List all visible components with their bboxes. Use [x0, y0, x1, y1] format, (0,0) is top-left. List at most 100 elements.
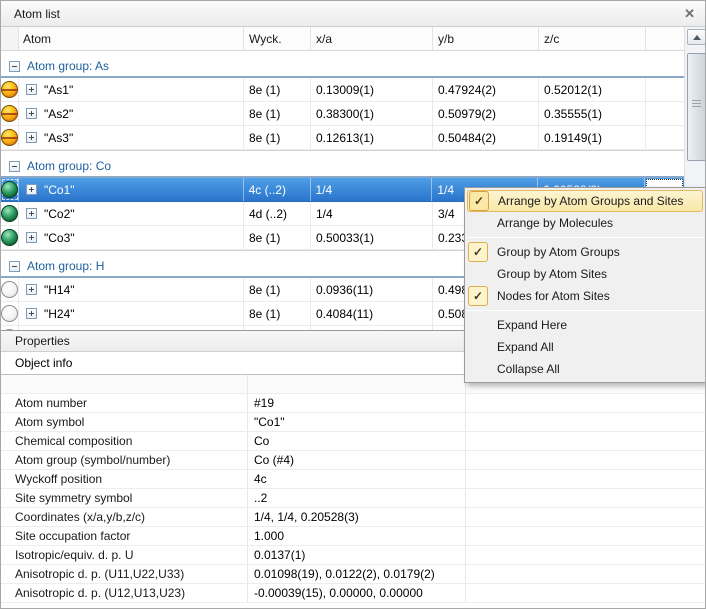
- group-title: Atom group: H: [27, 259, 104, 273]
- table-row: Anisotropic d. p. (U11,U22,U33) 0.01098(…: [1, 565, 706, 584]
- context-menu: ✓ Arrange by Atom Groups and Sites Arran…: [464, 187, 706, 383]
- property-label: Site occupation factor: [1, 527, 248, 545]
- atom-sphere-icon: [1, 126, 19, 149]
- cell-wyck: 8e (1): [244, 78, 311, 101]
- window-title: Atom list: [14, 7, 684, 21]
- menu-item-expand-all[interactable]: Expand All: [465, 336, 705, 358]
- group-title: Atom group: Co: [27, 159, 111, 173]
- cell-yb: 0.50979(2): [433, 102, 539, 125]
- collapse-minus-icon[interactable]: [9, 61, 20, 72]
- collapse-minus-icon[interactable]: [9, 161, 20, 172]
- cell-wyck: 4d (..2): [244, 202, 311, 225]
- cell-zc: 0.19149(1): [539, 126, 646, 149]
- checkmark-icon: ✓: [469, 191, 489, 211]
- property-label: Site symmetry symbol: [1, 489, 248, 507]
- column-header-extra: [646, 27, 683, 50]
- menu-item-label: Arrange by Atom Groups and Sites: [498, 194, 683, 208]
- table-row: Coordinates (x/a,y/b,z/c) 1/4, 1/4, 0.20…: [1, 508, 706, 527]
- menu-item-arrange-by-molecules[interactable]: Arrange by Molecules: [465, 212, 705, 234]
- menu-item-collapse-all[interactable]: Collapse All: [465, 358, 705, 380]
- expand-plus-icon[interactable]: [26, 108, 37, 119]
- table-row: Isotropic/equiv. d. p. U 0.0137(1): [1, 546, 706, 565]
- expand-plus-icon[interactable]: [26, 184, 37, 195]
- cell-wyck: 8e (1): [244, 278, 311, 301]
- cell-xa: 0.4084(11): [311, 302, 433, 325]
- menu-item-group-by-atom-sites[interactable]: Group by Atom Sites: [465, 263, 705, 285]
- atom-name: "Co1": [44, 183, 75, 197]
- property-label: Anisotropic d. p. (U11,U22,U33): [1, 565, 248, 583]
- expand-plus-icon[interactable]: [26, 308, 37, 319]
- cell-extra: [646, 102, 683, 125]
- property-value: 4c: [248, 470, 466, 488]
- atom-sphere-icon: [1, 202, 19, 225]
- close-icon[interactable]: ✕: [684, 7, 695, 20]
- atom-sphere-icon: [1, 226, 19, 249]
- table-row[interactable]: "As1" 8e (1) 0.13009(1) 0.47924(2) 0.520…: [1, 78, 684, 102]
- property-value: 0.0137(1): [248, 546, 466, 564]
- property-label: Anisotropic d. p. (U12,U13,U23): [1, 584, 248, 602]
- table-header-row: Atom Wyck. x/a y/b z/c: [1, 27, 684, 51]
- cell-wyck: 8e (1): [244, 126, 311, 149]
- property-label: Coordinates (x/a,y/b,z/c): [1, 508, 248, 526]
- atom-name: "As3": [44, 131, 73, 145]
- property-value: Co (#4): [248, 451, 466, 469]
- expand-plus-icon[interactable]: [26, 84, 37, 95]
- menu-item-label: Group by Atom Sites: [497, 267, 607, 281]
- cell-zc: 0.35555(1): [539, 102, 646, 125]
- atom-sphere-icon: [1, 78, 19, 101]
- atom-name: "As1": [44, 83, 73, 97]
- properties-table: Atom number #19 Atom symbol "Co1" Chemic…: [1, 375, 706, 603]
- table-row: Site symmetry symbol ..2: [1, 489, 706, 508]
- property-label: Atom group (symbol/number): [1, 451, 248, 469]
- menu-item-label: Collapse All: [497, 362, 560, 376]
- property-value: #19: [248, 394, 466, 412]
- column-header-zc[interactable]: z/c: [539, 27, 646, 50]
- cell-yb: 0.47924(2): [433, 78, 539, 101]
- atom-name: "H14": [44, 283, 75, 297]
- menu-item-label: Group by Atom Groups: [497, 245, 620, 259]
- column-header-yb[interactable]: y/b: [433, 27, 539, 50]
- cell-xa: 1/4: [311, 178, 433, 201]
- table-row: Chemical composition Co: [1, 432, 706, 451]
- atom-name: "Co2": [44, 207, 75, 221]
- atom-group-as: Atom group: As "As1" 8e (1) 0.13009(1) 0…: [1, 56, 684, 151]
- column-header-atom[interactable]: Atom: [19, 27, 244, 50]
- table-row[interactable]: "As2" 8e (1) 0.38300(1) 0.50979(2) 0.355…: [1, 102, 684, 126]
- scroll-up-arrow-icon[interactable]: [687, 29, 706, 45]
- group-header-as[interactable]: Atom group: As: [1, 56, 684, 76]
- cell-wyck: 8e (1): [244, 102, 311, 125]
- menu-item-arrange-by-atom-groups-and-sites[interactable]: ✓ Arrange by Atom Groups and Sites: [467, 190, 703, 212]
- window-titlebar: Atom list ✕: [1, 1, 705, 27]
- expand-plus-icon[interactable]: [26, 208, 37, 219]
- cell-extra: [646, 126, 683, 149]
- menu-item-group-by-atom-groups[interactable]: ✓ Group by Atom Groups: [465, 241, 705, 263]
- menu-item-nodes-for-atom-sites[interactable]: ✓ Nodes for Atom Sites: [465, 285, 705, 307]
- scrollbar-thumb[interactable]: [687, 53, 706, 161]
- atom-sphere-icon: [1, 278, 19, 301]
- menu-icon-spacer: [468, 315, 488, 335]
- cell-xa: 1/4: [311, 202, 433, 225]
- table-row[interactable]: "As3" 8e (1) 0.12613(1) 0.50484(2) 0.191…: [1, 126, 684, 150]
- menu-item-label: Expand All: [497, 340, 554, 354]
- menu-item-label: Expand Here: [497, 318, 567, 332]
- menu-item-label: Arrange by Molecules: [497, 216, 613, 230]
- menu-item-expand-here[interactable]: Expand Here: [465, 314, 705, 336]
- menu-separator: [466, 310, 704, 311]
- checkmark-icon: ✓: [468, 242, 488, 262]
- property-value: "Co1": [248, 413, 466, 431]
- collapse-minus-icon[interactable]: [9, 261, 20, 272]
- cell-xa: 0.12613(1): [311, 126, 433, 149]
- expand-plus-icon[interactable]: [26, 284, 37, 295]
- expand-plus-icon[interactable]: [26, 232, 37, 243]
- group-header-co[interactable]: Atom group: Co: [1, 156, 684, 176]
- cell-wyck: 8e (1): [244, 302, 311, 325]
- expand-plus-icon[interactable]: [26, 132, 37, 143]
- cell-xa: 0.38300(1): [311, 102, 433, 125]
- cell-extra: [646, 78, 683, 101]
- column-header-wyck[interactable]: Wyck.: [244, 27, 311, 50]
- table-row: Atom symbol "Co1": [1, 413, 706, 432]
- column-header-xa[interactable]: x/a: [311, 27, 433, 50]
- property-label: Wyckoff position: [1, 470, 248, 488]
- property-label: Atom number: [1, 394, 248, 412]
- property-value: 0.01098(19), 0.0122(2), 0.0179(2): [248, 565, 466, 583]
